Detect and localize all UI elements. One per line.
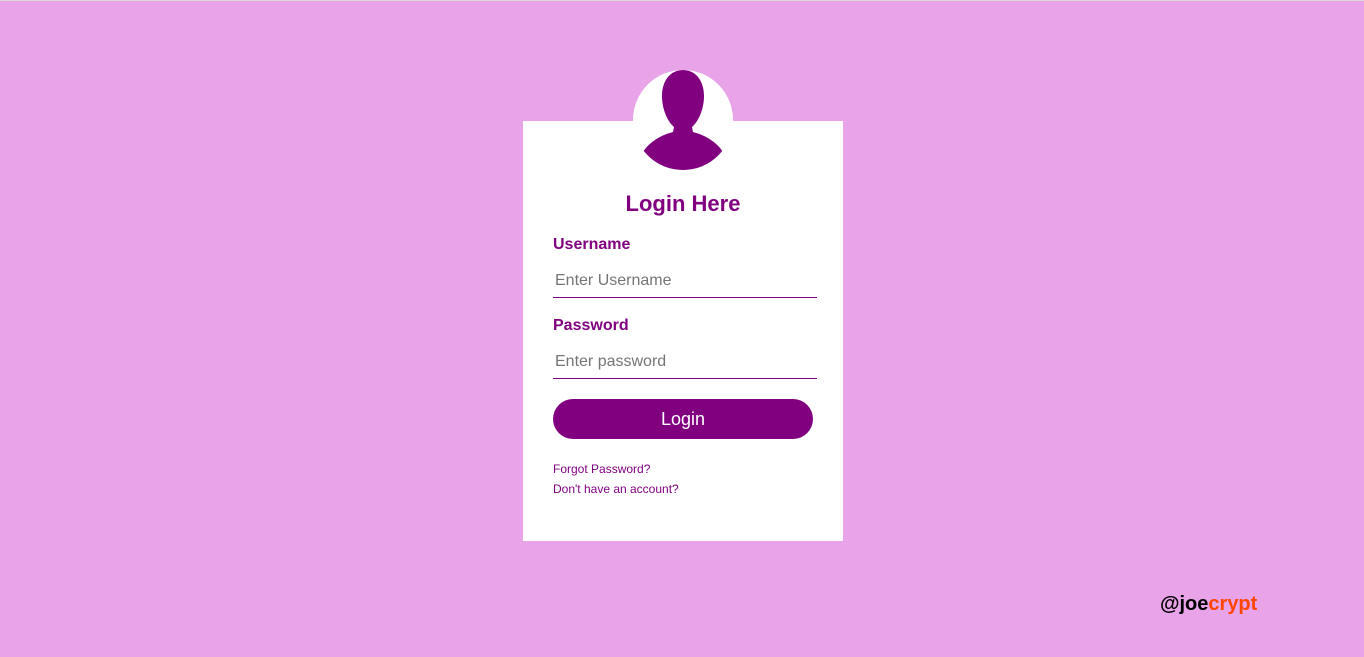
signup-link[interactable]: Don't have an account? bbox=[553, 482, 679, 496]
username-label: Username bbox=[553, 236, 631, 253]
login-card: Login Here Username Password Login Forgo… bbox=[523, 70, 843, 541]
username-input[interactable] bbox=[553, 264, 817, 298]
login-button[interactable]: Login bbox=[553, 399, 813, 439]
forgot-password-link[interactable]: Forgot Password? bbox=[553, 462, 650, 476]
form-title: Login Here bbox=[625, 191, 741, 216]
password-label: Password bbox=[553, 317, 629, 334]
user-silhouette-icon bbox=[633, 70, 733, 170]
watermark-accent: crypt bbox=[1208, 593, 1258, 615]
watermark-prefix: @joe bbox=[1160, 593, 1209, 615]
watermark: @joecrypt bbox=[1160, 593, 1257, 616]
password-input[interactable] bbox=[553, 345, 817, 379]
avatar bbox=[633, 70, 733, 170]
